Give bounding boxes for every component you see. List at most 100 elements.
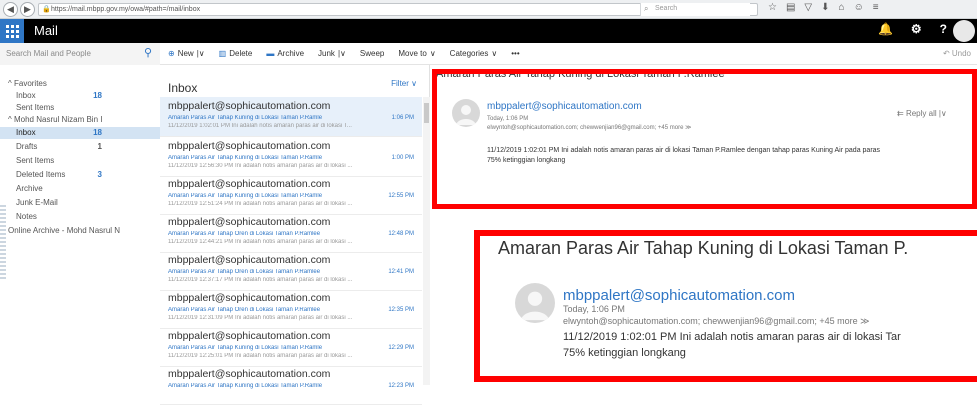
unread-count: 18 xyxy=(93,128,102,137)
message-item[interactable]: mbppalert@sophicautomation.com Amaran Pa… xyxy=(160,365,422,405)
browser-search[interactable]: ⌕ Search xyxy=(640,3,750,16)
chevron-down-icon: ∨ xyxy=(491,49,498,58)
message-preview: 11/12/2019 12:44:21 PM Ini adalah notis … xyxy=(168,239,353,245)
message-preview: 11/12/2019 12:25:01 PM Ini adalah notis … xyxy=(168,353,353,359)
bell-icon[interactable]: 🔔 xyxy=(878,22,893,36)
forward-icon[interactable]: ▶ xyxy=(20,2,35,17)
menu-icon[interactable]: ≡ xyxy=(873,2,879,13)
message-item[interactable]: mbppalert@sophicautomation.com Amaran Pa… xyxy=(160,175,422,215)
folder-label: Drafts xyxy=(16,142,38,151)
back-icon[interactable]: ◀ xyxy=(3,2,18,17)
categories-button[interactable]: Categories ∨ xyxy=(450,49,498,58)
highlight-box xyxy=(432,69,977,209)
chevron-down-icon: ∨ xyxy=(429,49,436,58)
unread-count: 18 xyxy=(93,91,102,100)
message-item[interactable]: mbppalert@sophicautomation.com Amaran Pa… xyxy=(160,327,422,367)
delete-label: Delete xyxy=(229,49,253,58)
message-item[interactable]: mbppalert@sophicautomation.com Amaran Pa… xyxy=(160,97,422,137)
message-item[interactable]: mbppalert@sophicautomation.com Amaran Pa… xyxy=(160,289,422,329)
command-bar: Search Mail and People ⚲ ⊕ New |∨ ▥ Delete … xyxy=(0,43,977,65)
message-item[interactable]: mbppalert@sophicautomation.com Amaran Pa… xyxy=(160,251,422,291)
scrollbar-thumb[interactable] xyxy=(424,103,429,123)
message-time: 12:55 PM xyxy=(388,193,414,199)
message-item[interactable]: mbppalert@sophicautomation.com Amaran Pa… xyxy=(160,213,422,253)
download-icon[interactable]: ⬇ xyxy=(821,2,829,13)
new-label: New xyxy=(177,49,194,58)
waffle-icon[interactable] xyxy=(0,19,24,43)
more-button[interactable]: ••• xyxy=(511,49,519,58)
search-icon[interactable]: ⚲ xyxy=(144,46,152,59)
message-item[interactable]: mbppalert@sophicautomation.com Amaran Pa… xyxy=(160,137,422,177)
favorite-item-inbox[interactable]: Inbox 18 xyxy=(0,90,160,102)
undo-label: Undo xyxy=(951,49,971,58)
clipboard-icon[interactable]: ▤ xyxy=(786,2,795,13)
delete-button[interactable]: ▥ Delete xyxy=(219,49,253,58)
junk-label: Junk xyxy=(318,49,335,58)
folder-drafts[interactable]: Drafts 1 xyxy=(0,141,160,153)
message-subject: Amaran Paras Air Tahap Kuning di Lokasi … xyxy=(168,193,323,199)
message-time: 1:06 PM xyxy=(391,115,414,121)
list-scrollbar[interactable] xyxy=(423,97,430,385)
star-icon[interactable]: ☆ xyxy=(768,2,777,13)
message-sender: mbppalert@sophicautomation.com xyxy=(168,140,331,152)
move-to-button[interactable]: Move to ∨ xyxy=(398,49,435,58)
message-subject: Amaran Paras Air Tahap Kuning di Lokasi … xyxy=(168,115,323,121)
archive-button[interactable]: ▬ Archive xyxy=(266,49,304,58)
browser-search-placeholder: Search xyxy=(655,5,678,12)
message-subject: Amaran Paras Air Tahap Kuning di Lokasi … xyxy=(168,155,323,161)
folder-online-archive[interactable]: Online Archive - Mohd Nasrul N xyxy=(0,225,160,237)
gear-icon[interactable]: ⚙ xyxy=(911,22,922,36)
home-icon[interactable]: ⌂ xyxy=(839,2,845,13)
archive-icon: ▬ xyxy=(266,49,275,58)
search-mail-input[interactable]: Search Mail and People ⚲ xyxy=(0,43,160,65)
folder-notes[interactable]: Notes xyxy=(0,211,160,223)
folder-sent-items[interactable]: Sent Items xyxy=(0,155,160,167)
chevron-down-icon: |∨ xyxy=(196,49,205,58)
folder-label: Deleted Items xyxy=(16,170,66,179)
sweep-button[interactable]: Sweep xyxy=(360,49,384,58)
message-subject: Amaran Paras Air Tahap Kuning di Lokasi … xyxy=(168,345,323,351)
folder-label: Notes xyxy=(16,212,37,221)
message-time: 12:35 PM xyxy=(388,307,414,313)
move-to-label: Move to xyxy=(398,49,427,58)
undo-button[interactable]: ↶ Undo xyxy=(943,49,971,58)
user-avatar[interactable] xyxy=(953,20,975,42)
filter-label: Filter xyxy=(391,79,409,88)
message-subject: Amaran Paras Air Tahap Kuning di Lokasi … xyxy=(168,383,323,389)
folder-inbox[interactable]: Inbox 18 xyxy=(0,127,160,139)
archive-label: Archive xyxy=(277,49,305,58)
folder-junk[interactable]: Junk E-Mail xyxy=(0,197,160,209)
sync-icon[interactable]: ☺ xyxy=(854,2,864,13)
address-text: https://mail.mbpp.gov.my/owa/#path=/mail… xyxy=(51,6,201,13)
help-icon[interactable]: ? xyxy=(940,22,947,36)
app-name: Mail xyxy=(34,23,58,38)
browser-toolbar: ◀ ▶ 🔒 https://mail.mbpp.gov.my/owa/#path… xyxy=(0,0,977,19)
command-list: ⊕ New |∨ ▥ Delete ▬ Archive Junk |∨ Sweep Mov… xyxy=(168,49,520,58)
new-button[interactable]: ⊕ New |∨ xyxy=(168,49,205,58)
message-preview: 11/12/2019 12:56:30 PM Ini adalah notis … xyxy=(168,163,353,169)
message-subject: Amaran Paras Air Tahap Oren di Lokasi Ta… xyxy=(168,269,321,275)
account-header[interactable]: ^ Mohd Nasrul Nizam Bin I xyxy=(0,114,160,126)
folder-label: Inbox xyxy=(16,91,36,100)
lock-icon: 🔒 xyxy=(42,6,51,13)
folder-label: Inbox xyxy=(16,128,36,137)
folder-label: Sent Items xyxy=(16,156,55,165)
folder-label: Archive xyxy=(16,184,43,193)
message-time: 12:48 PM xyxy=(388,231,414,237)
unread-count: 3 xyxy=(97,170,102,179)
favorites-header[interactable]: ^ Favorites xyxy=(0,78,160,90)
message-preview: 11/12/2019 12:31:09 PM Ini adalah notis … xyxy=(168,315,353,321)
favorite-item-sent[interactable]: Sent Items xyxy=(0,102,160,114)
folder-pane: ^ Favorites Inbox 18 Sent Items ^ Mohd N… xyxy=(0,65,160,385)
draft-count: 1 xyxy=(97,142,102,151)
categories-label: Categories xyxy=(449,49,489,58)
message-preview: 11/12/2019 12:37:17 PM Ini adalah notis … xyxy=(168,277,353,283)
message-subject: Amaran Paras Air Tahap Oren di Lokasi Ta… xyxy=(168,231,321,237)
folder-archive[interactable]: Archive xyxy=(0,183,160,195)
pocket-icon[interactable]: ▽ xyxy=(804,2,812,13)
folder-deleted-items[interactable]: Deleted Items 3 xyxy=(0,169,160,181)
message-preview: 11/12/2019 1:02:01 PM Ini adalah notis a… xyxy=(168,123,352,129)
message-time: 12:29 PM xyxy=(388,345,414,351)
filter-button[interactable]: Filter ∨ xyxy=(391,79,417,88)
junk-button[interactable]: Junk |∨ xyxy=(318,49,346,58)
